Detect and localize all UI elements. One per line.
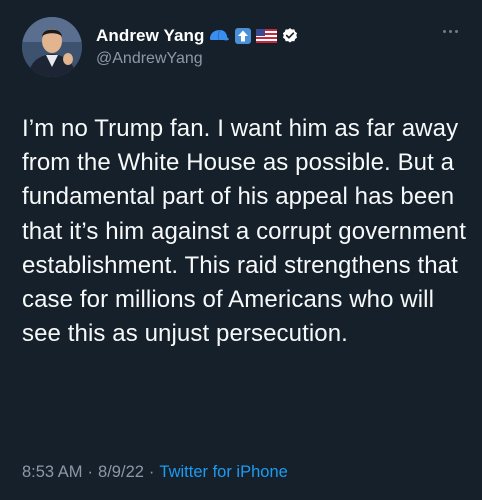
up-arrow-emoji-icon xyxy=(234,27,252,45)
separator: · xyxy=(87,463,94,481)
tweet-date[interactable]: 8/9/22 xyxy=(98,463,144,482)
more-dot xyxy=(449,30,452,33)
blue-cap-emoji-icon xyxy=(208,29,230,43)
more-options-icon[interactable] xyxy=(443,30,458,33)
more-dot xyxy=(455,30,458,33)
tweet-time[interactable]: 8:53 AM xyxy=(22,463,83,482)
tweet-card: Andrew Yang @AndrewYang I’m no Trump fan… xyxy=(0,0,482,500)
tweet-header: Andrew Yang @AndrewYang xyxy=(22,17,299,77)
author-names: Andrew Yang @AndrewYang xyxy=(96,24,299,68)
avatar[interactable] xyxy=(22,17,82,77)
separator: · xyxy=(148,463,155,481)
tweet-source-link[interactable]: Twitter for iPhone xyxy=(159,463,287,482)
display-name[interactable]: Andrew Yang xyxy=(96,26,204,46)
handle[interactable]: @AndrewYang xyxy=(96,50,299,68)
verified-badge-icon xyxy=(281,27,299,45)
avatar-image xyxy=(22,17,82,77)
name-row: Andrew Yang xyxy=(96,24,299,48)
tweet-metadata: 8:53 AM · 8/9/22 · Twitter for iPhone xyxy=(22,463,288,482)
more-dot xyxy=(443,30,446,33)
us-flag-emoji-icon xyxy=(256,29,278,43)
tweet-text: I’m no Trump fan. I want him as far away… xyxy=(22,115,466,348)
